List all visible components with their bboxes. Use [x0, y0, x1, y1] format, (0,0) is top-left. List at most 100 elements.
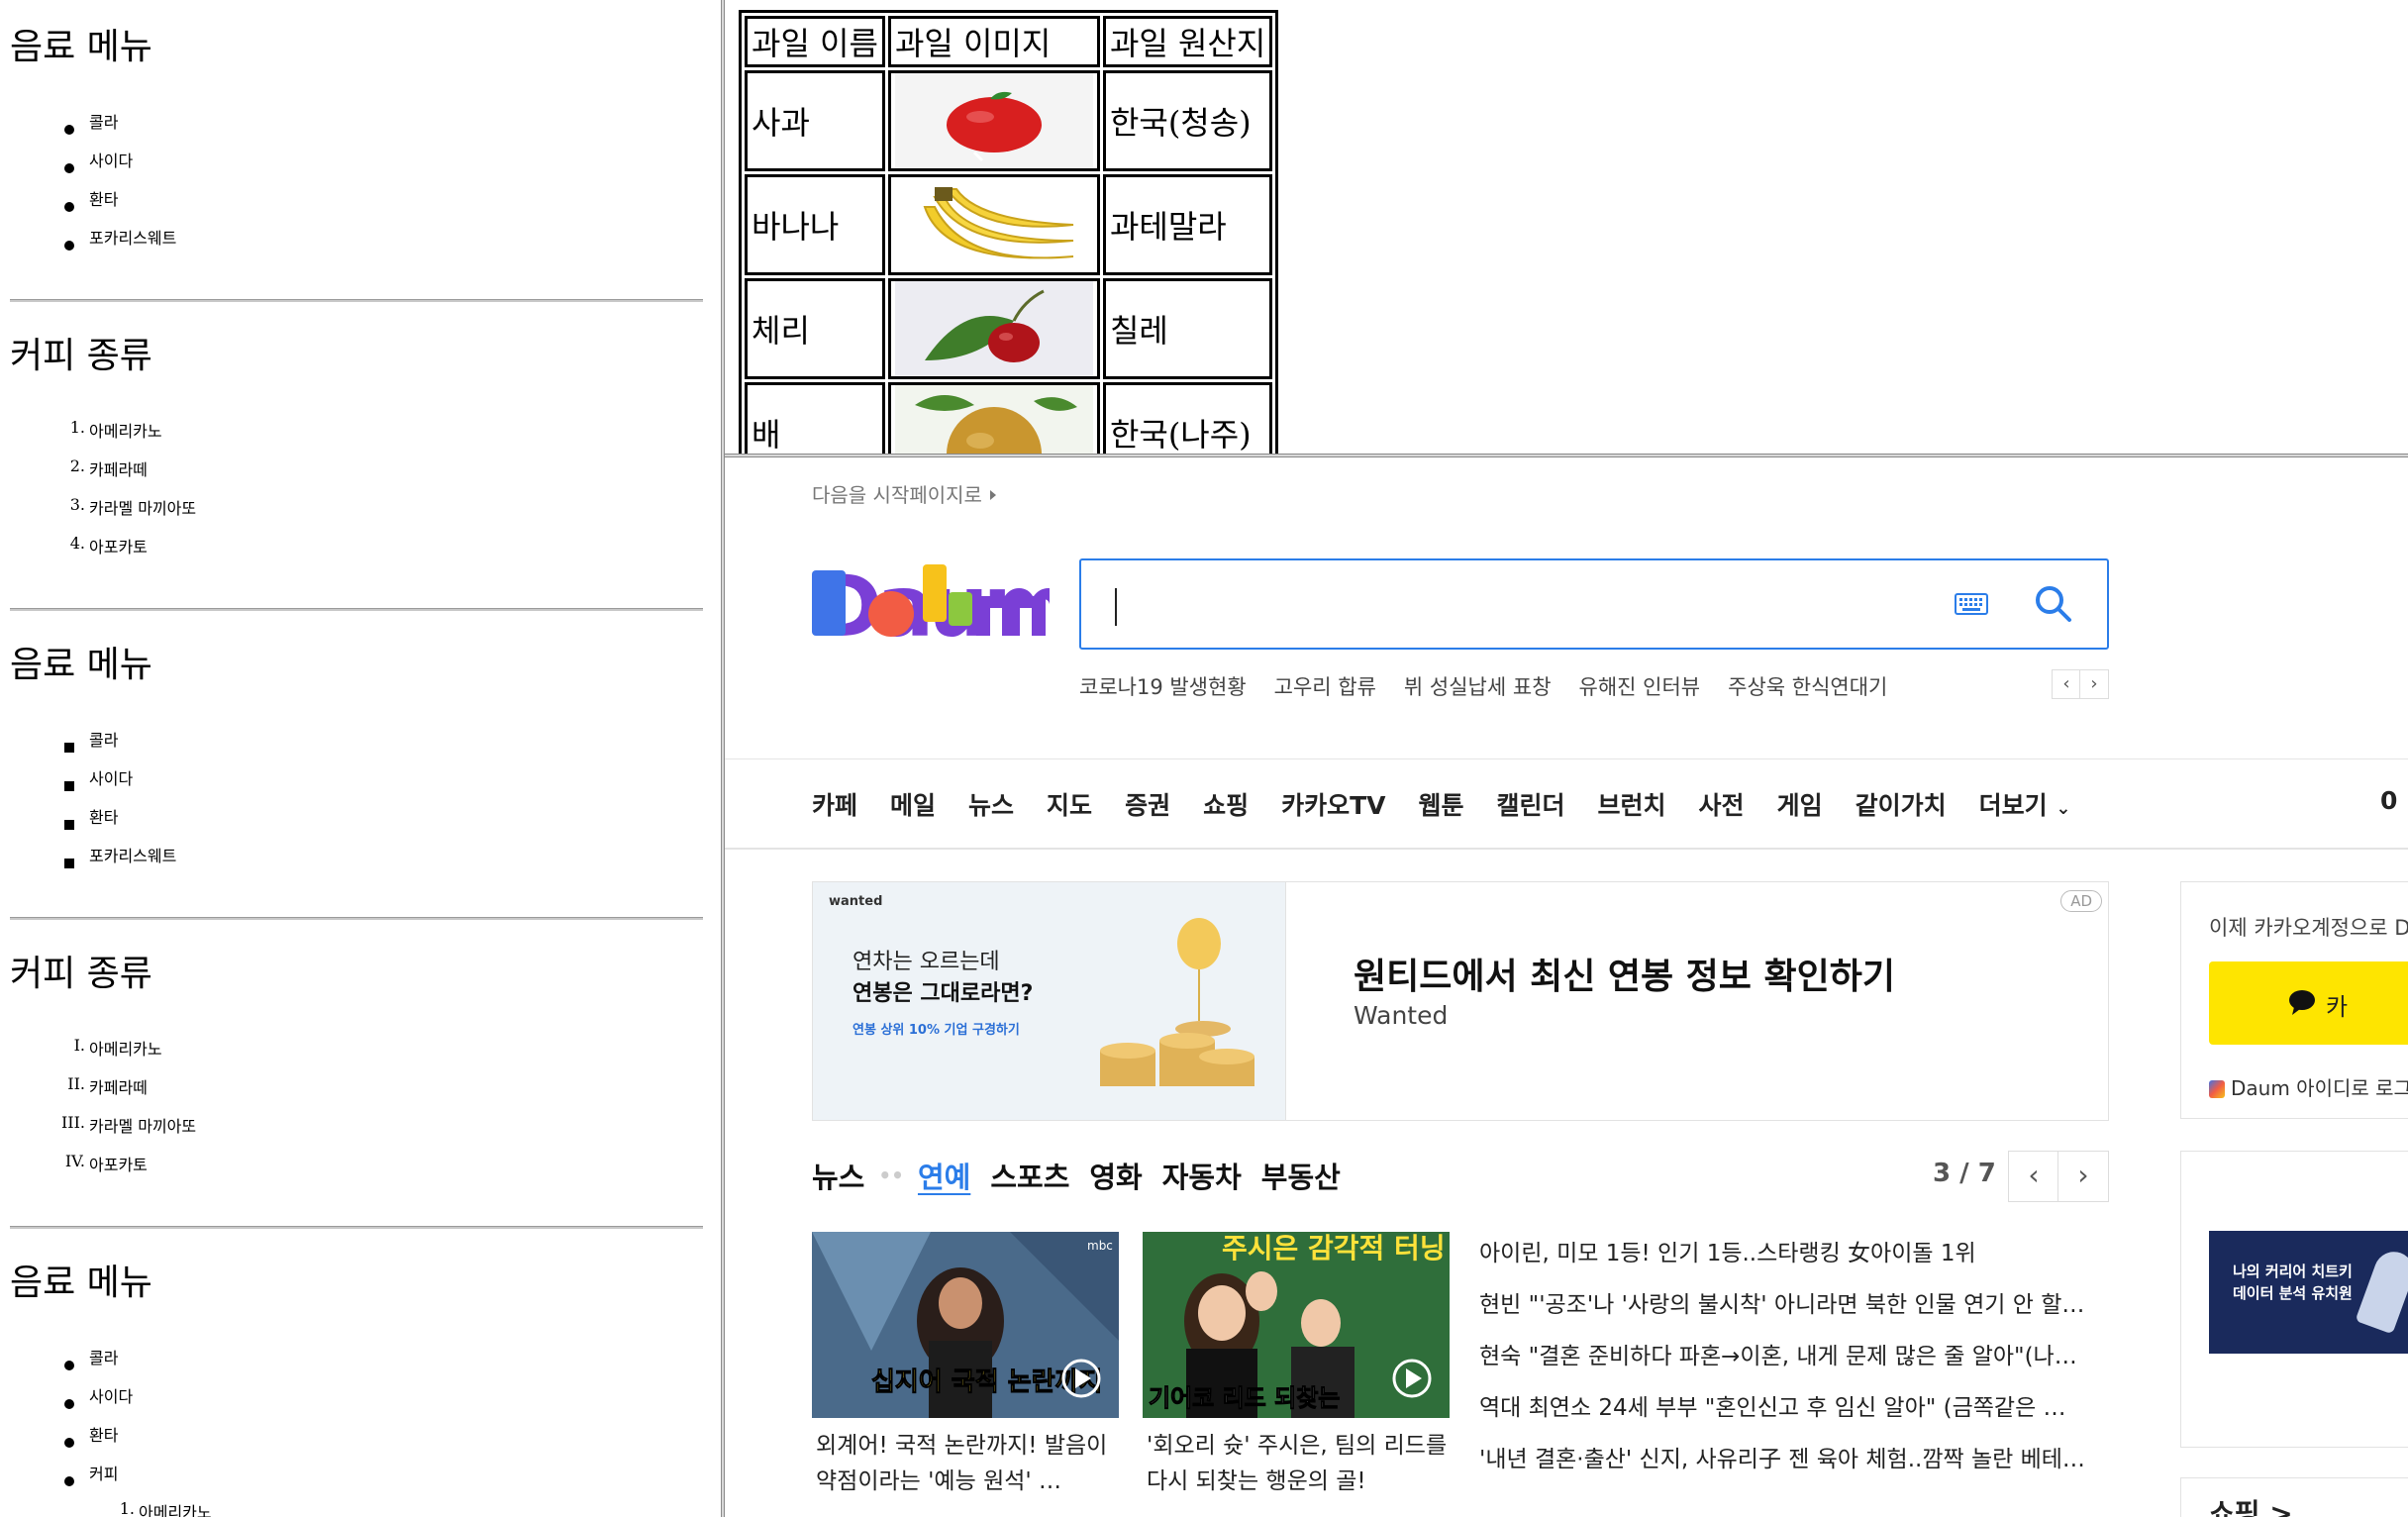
nav-item-stock[interactable]: 증권: [1125, 786, 1170, 822]
headline-item[interactable]: 현숙 "결혼 준비하다 파혼→이혼, 내게 문제 많은 줄 알아"(나…: [1479, 1337, 2113, 1388]
chevron-down-icon: ⌄: [2056, 798, 2071, 819]
list-item: 포카리스웨트: [10, 225, 703, 263]
trending-keyword[interactable]: 고우리 합류: [1274, 671, 1376, 701]
nav-item-news[interactable]: 뉴스: [968, 786, 1014, 822]
daum-portal-frame: 다음을 시작페이지로 Daum 코로나19 발생현황 고우리 합류 뷔 성실납세…: [725, 457, 2408, 1517]
daum-id-login-label: Daum 아이디로 로그: [2231, 1076, 2408, 1100]
list-item: 사이다: [10, 765, 703, 804]
news-thumbnail[interactable]: 주시은 감각적 터닝 기어코 리드 되찾는: [1143, 1232, 1450, 1418]
list-item: II. 카페라떼: [10, 1074, 703, 1113]
table-header-row: 과일 이름 과일 이미지 과일 원산지: [745, 16, 1273, 67]
daum-id-login-link[interactable]: Daum 아이디로 로그: [2209, 1072, 2408, 1101]
side-ad-banner: 나의 커리어 치트키 데이터 분석 유치원: [2209, 1231, 2408, 1354]
list-item: 사이다: [10, 148, 703, 186]
nav-item-map[interactable]: 지도: [1047, 786, 1092, 822]
nav-item-dictionary[interactable]: 사전: [1699, 786, 1745, 822]
daum-d-icon: [2209, 1080, 2225, 1098]
section-title: 음료 메뉴: [10, 645, 152, 685]
daum-logo[interactable]: Daum: [812, 556, 1050, 656]
list-item: 3. 카라멜 마끼아또: [10, 495, 703, 534]
coins-illustration: [1100, 918, 1254, 1086]
divider: [10, 608, 703, 611]
nav-item-calendar[interactable]: 캘린더: [1497, 786, 1565, 822]
fruit-origin-cell: 한국(청송): [1102, 70, 1273, 171]
side-ad-box[interactable]: 나의 커리어 치트키 데이터 분석 유치원: [2180, 1151, 2408, 1448]
trending-keyword[interactable]: 뷔 성실납세 표창: [1404, 671, 1552, 701]
tab-realestate[interactable]: 부동산: [1261, 1155, 1341, 1196]
headline-item[interactable]: 아이린, 미모 1등! 인기 1등..스타랭킹 女아이돌 1위: [1479, 1234, 2113, 1285]
list-number: II.: [67, 1074, 85, 1093]
nav-item-cafe[interactable]: 카페: [812, 786, 857, 822]
nav-item-game[interactable]: 게임: [1777, 786, 1823, 822]
nav-item-shopping[interactable]: 쇼핑: [1203, 786, 1249, 822]
nav-item-kakaotv[interactable]: 카카오TV: [1281, 786, 1385, 822]
news-thumbnail[interactable]: 십지어 국적 논란까지 mbc: [812, 1232, 1119, 1418]
shopping-section: 쇼핑 >: [2180, 1477, 2408, 1517]
left-frame: 음료 메뉴 콜라 사이다 환타 포카리스웨트 커피 종류 1. 아메리카노 2. 카…: [0, 0, 721, 1517]
table-row: 사과 한국(청송): [745, 70, 1273, 171]
thumbnail-overlay-text-2: 기어코 리드 되찾는: [1149, 1384, 1340, 1412]
shopping-link[interactable]: 쇼핑 >: [2209, 1492, 2293, 1517]
channel-logo: mbc: [1087, 1239, 1113, 1253]
speech-bubble-icon: [2289, 990, 2315, 1015]
nav-item-webtoon[interactable]: 웹툰: [1419, 786, 1464, 822]
list-item-text: 아메리카노: [89, 1040, 162, 1059]
kakao-login-button[interactable]: 카: [2209, 961, 2408, 1045]
news-caption[interactable]: '회오리 슛' 주시은, 팀의 리드를 다시 되찾는 행운의 골!: [1147, 1428, 1454, 1499]
list-item: 커피: [10, 1461, 703, 1499]
tab-entertainment[interactable]: 연예: [918, 1155, 970, 1196]
headline-item[interactable]: '내년 결혼·출산' 신지, 사유리子 젠 육아 체험..깜짝 놀란 베테…: [1479, 1440, 2113, 1491]
ad-banner[interactable]: wanted 연차는 오르는데 연봉은 그대로라면? 연봉 상위 10% 기업 …: [812, 881, 2109, 1121]
headline-item[interactable]: 역대 최연소 24세 부부 "혼인신고 후 임신 알아" (금쪽같은 …: [1479, 1388, 2113, 1440]
column-header: 과일 이미지: [887, 16, 1100, 67]
tab-car[interactable]: 자동차: [1162, 1155, 1242, 1196]
thumbnail-overlay-text: 십지어 국적 논란까지: [871, 1367, 1102, 1397]
nav-item-together[interactable]: 같이가치: [1856, 786, 1947, 822]
section-title: 음료 메뉴: [10, 27, 152, 67]
trending-keyword[interactable]: 유해진 인터뷰: [1579, 671, 1701, 701]
fruit-origin-cell: 과테말라: [1102, 174, 1273, 275]
tab-movie[interactable]: 영화: [1089, 1155, 1142, 1196]
nav-item-clipped[interactable]: 0: [2380, 786, 2397, 815]
chevron-right-icon[interactable]: ›: [2079, 669, 2109, 699]
search-icon[interactable]: [2032, 582, 2075, 626]
list-item: 환타: [10, 804, 703, 843]
table-row: 배 한국(나주): [745, 382, 1273, 454]
chevron-left-icon[interactable]: ‹: [2008, 1151, 2059, 1202]
keyboard-icon[interactable]: [1955, 590, 1988, 618]
news-caption[interactable]: 외계어! 국적 논란까지! 발음이 약점이라는 '예능 원석' …: [816, 1428, 1123, 1499]
search-box[interactable]: [1079, 558, 2109, 650]
nav-item-mail[interactable]: 메일: [890, 786, 936, 822]
page-indicator: 3 / 7: [1933, 1159, 1996, 1188]
pear-image: [894, 385, 1093, 454]
divider: [725, 848, 2408, 850]
table-row: 체리 칠레: [745, 278, 1273, 379]
headline-item[interactable]: 현빈 "'공조'나 '사랑의 불시착' 아니라면 북한 인물 연기 안 할…: [1479, 1285, 2113, 1337]
divider: [10, 1226, 703, 1229]
list-item: IV. 아포카토: [10, 1152, 703, 1190]
list-item-text: 카페라떼: [89, 460, 148, 479]
fruit-origin-cell: 한국(나주): [1102, 382, 1273, 454]
side-ad-line: 나의 커리어 치트키: [2233, 1263, 2353, 1280]
chevron-right-icon[interactable]: ›: [2057, 1151, 2109, 1202]
chevron-left-icon[interactable]: ‹: [2052, 669, 2081, 699]
trending-keyword[interactable]: 코로나19 발생현황: [1079, 671, 1247, 701]
nav-item-more[interactable]: 더보기 ⌄: [1979, 786, 2071, 822]
trending-keyword[interactable]: 주상욱 한식연대기: [1728, 671, 1887, 701]
list-item: 사이다: [10, 1383, 703, 1422]
fruit-origin-cell: 칠레: [1102, 278, 1273, 379]
list-item: 4. 아포카토: [10, 534, 703, 572]
beverage-list: 콜라 사이다 환타 포카리스웨트: [10, 727, 703, 881]
nav-item-brunch[interactable]: 브런치: [1598, 786, 1666, 822]
list-item: 콜라: [10, 109, 703, 148]
tab-sports[interactable]: 스포츠: [990, 1155, 1069, 1196]
set-start-page-link[interactable]: 다음을 시작페이지로: [812, 479, 996, 508]
tab-news[interactable]: 뉴스: [812, 1155, 864, 1196]
thumbnail-overlay-text: 주시은 감각적 터닝: [1222, 1232, 1446, 1264]
fruit-image-cell: [887, 382, 1100, 454]
list-item: 포카리스웨트: [10, 843, 703, 881]
ad-image: wanted 연차는 오르는데 연봉은 그대로라면? 연봉 상위 10% 기업 …: [813, 882, 1286, 1120]
list-number: IV.: [64, 1152, 85, 1170]
section-title: 커피 종류: [10, 954, 152, 994]
search-input[interactable]: [1101, 580, 1933, 630]
